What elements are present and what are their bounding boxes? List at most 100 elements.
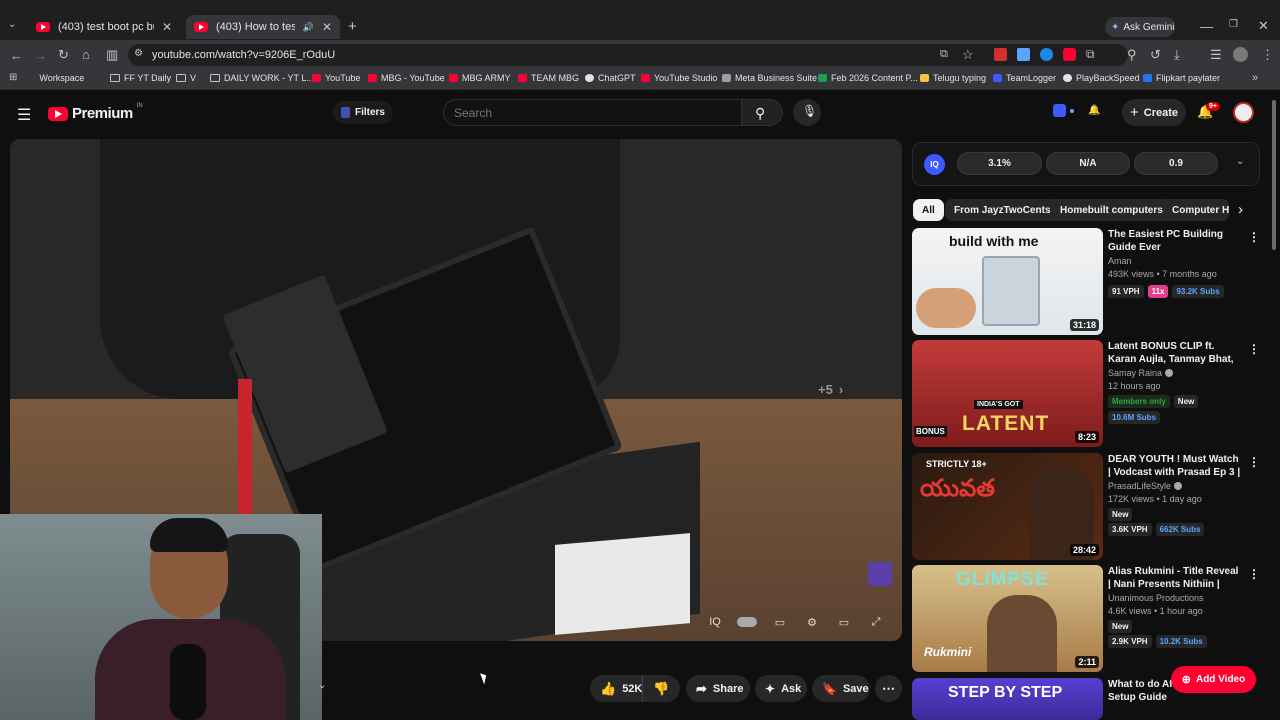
bookmark-telugu-typing[interactable]: Telugu typing bbox=[920, 73, 986, 83]
bookmark-feb-content[interactable]: Feb 2026 Content P... bbox=[818, 73, 918, 83]
chip-from-jayztwocents[interactable]: From JayzTwoCents bbox=[945, 199, 1060, 221]
restore-icon[interactable]: ❐ bbox=[1229, 20, 1238, 30]
settings-gear-icon[interactable]: ⚙ bbox=[802, 614, 822, 630]
bookmark-youtube-studio[interactable]: YouTube Studio bbox=[641, 73, 717, 83]
filters-button[interactable]: Filters bbox=[333, 101, 393, 124]
voice-search-button[interactable]: 🎙 bbox=[793, 99, 821, 126]
captions-icon[interactable]: ▭ bbox=[770, 614, 790, 630]
bookmark-v[interactable]: V bbox=[176, 73, 196, 83]
menu-dots-icon[interactable]: ⋮ bbox=[1261, 48, 1274, 61]
recommendation-item[interactable]: INDIA'S GOT LATENT BONUS 8:23 Latent BON… bbox=[912, 340, 1260, 448]
autoplay-toggle[interactable] bbox=[736, 614, 758, 630]
account-avatar[interactable] bbox=[1233, 102, 1254, 123]
theater-mode-icon[interactable]: ▭ bbox=[834, 614, 854, 630]
new-tab-button[interactable]: + bbox=[348, 19, 357, 34]
bookmark-youtube[interactable]: YouTube bbox=[312, 73, 360, 83]
video-thumbnail[interactable]: GLIMPSE Rukmini 2:11 bbox=[912, 565, 1103, 672]
more-videos-overlay[interactable]: +5 › bbox=[818, 382, 843, 397]
minimize-icon[interactable]: — bbox=[1200, 20, 1213, 33]
more-actions-button[interactable]: ⋯ bbox=[875, 675, 902, 702]
bookmark-chatgpt[interactable]: ChatGPT bbox=[585, 73, 636, 83]
more-vert-icon[interactable]: ⋮ bbox=[1248, 455, 1260, 469]
share-button[interactable]: ➦ Share bbox=[686, 675, 750, 702]
channel-watermark[interactable] bbox=[868, 562, 892, 586]
channel-name[interactable]: PrasadLifeStyle bbox=[1108, 481, 1183, 491]
video-title[interactable]: The Easiest PC Building Guide Ever bbox=[1108, 228, 1242, 254]
bookmark-workspace[interactable]: ⊞ Workspace bbox=[9, 73, 84, 84]
recommendation-item[interactable]: build with me 31:18 The Easiest PC Build… bbox=[912, 228, 1260, 336]
create-button[interactable]: + Create bbox=[1122, 99, 1186, 126]
video-title[interactable]: Latent BONUS CLIP ft. Karan Aujla, Tanma… bbox=[1108, 340, 1242, 366]
video-thumbnail[interactable]: STEP BY STEP bbox=[912, 678, 1103, 720]
page-scrollbar[interactable] bbox=[1272, 100, 1276, 250]
search-input[interactable] bbox=[443, 99, 741, 126]
hamburger-menu-icon[interactable]: ☰ bbox=[17, 105, 31, 125]
recommendation-item[interactable]: STRICTLY 18+ యువత 28:42 DEAR YOUTH ! Mus… bbox=[912, 453, 1260, 561]
add-video-button[interactable]: ⊕ Add Video bbox=[1171, 666, 1256, 693]
more-vert-icon[interactable]: ⋮ bbox=[1248, 342, 1260, 356]
search-button[interactable]: ⚲ bbox=[741, 99, 783, 126]
back-icon[interactable]: ← bbox=[10, 49, 23, 62]
extension-youtube-icon[interactable] bbox=[1063, 48, 1076, 61]
bookmark-flipkart[interactable]: Flipkart paylater bbox=[1143, 73, 1220, 83]
bookmark-mbg-army[interactable]: MBG ARMY bbox=[449, 73, 511, 83]
profile-avatar[interactable] bbox=[1233, 47, 1248, 62]
close-tab-icon[interactable]: ✕ bbox=[322, 20, 332, 34]
more-vert-icon[interactable]: ⋮ bbox=[1248, 567, 1260, 581]
window-close-icon[interactable]: ✕ bbox=[1258, 19, 1269, 32]
bookmark-team-mbg[interactable]: TEAM MBG bbox=[518, 73, 579, 83]
forward-icon[interactable]: → bbox=[34, 49, 47, 62]
bookmark-playbackspeed[interactable]: PlayBackSpeed bbox=[1063, 73, 1140, 83]
expand-chevron-icon[interactable]: ⌄ bbox=[1236, 157, 1244, 167]
tab-test-boot[interactable]: (403) test boot pc build - YouTube ✕ bbox=[28, 15, 180, 39]
collapse-chevron-icon[interactable]: ⌄ bbox=[318, 681, 326, 691]
bookmark-mbg-youtube[interactable]: MBG - YouTube bbox=[368, 73, 445, 83]
home-icon[interactable]: ⌂ bbox=[82, 48, 90, 61]
address-bar[interactable]: ⚙ youtube.com/watch?v=9206E_rOduU bbox=[128, 44, 1128, 66]
like-button[interactable]: 👍 52K bbox=[590, 675, 642, 702]
bookmark-ff-yt-daily[interactable]: FF YT Daily bbox=[110, 73, 171, 83]
ask-gemini-button[interactable]: ✦ Ask Gemini bbox=[1105, 17, 1175, 37]
video-title[interactable]: DEAR YOUTH ! Must Watch | Vodcast with P… bbox=[1108, 453, 1242, 479]
extension-blue-icon[interactable] bbox=[1017, 48, 1030, 61]
tab-search-icon[interactable]: ⌄ bbox=[8, 20, 16, 30]
ask-button[interactable]: ✦ Ask bbox=[755, 675, 807, 702]
close-tab-icon[interactable]: ✕ bbox=[162, 20, 172, 34]
channel-name[interactable]: Samay Raina bbox=[1108, 368, 1174, 378]
extension-audio-icon[interactable] bbox=[1040, 48, 1053, 61]
video-thumbnail[interactable]: STRICTLY 18+ యువత 28:42 bbox=[912, 453, 1103, 560]
bookmark-meta-business[interactable]: Meta Business Suite bbox=[722, 73, 817, 83]
bookmark-teamlogger[interactable]: TeamLogger bbox=[993, 73, 1056, 83]
reload-icon[interactable]: ↻ bbox=[58, 48, 69, 61]
history-icon[interactable]: ↺ bbox=[1150, 48, 1161, 61]
recommendation-item[interactable]: GLIMPSE Rukmini 2:11 Alias Rukmini - Tit… bbox=[912, 565, 1260, 673]
chips-next-chevron-icon[interactable]: › bbox=[1238, 201, 1243, 218]
more-bookmarks-icon[interactable]: » bbox=[1252, 73, 1258, 84]
iq-header-extension[interactable] bbox=[1053, 104, 1074, 117]
chip-computer-h[interactable]: Computer H bbox=[1163, 199, 1229, 221]
channel-name[interactable]: Unanimous Productions bbox=[1108, 593, 1204, 603]
fullscreen-icon[interactable]: ⤢ bbox=[866, 614, 886, 630]
site-info-icon[interactable]: ⚙ bbox=[134, 49, 143, 59]
side-panel-icon[interactable]: ▥ bbox=[106, 48, 118, 61]
video-title[interactable]: Alias Rukmini - Title Reveal | Nani Pres… bbox=[1108, 565, 1242, 591]
bell-small-icon[interactable]: 🔔 bbox=[1088, 106, 1100, 116]
performance-icon[interactable]: ⚲ bbox=[1127, 48, 1137, 61]
chip-all[interactable]: All bbox=[913, 199, 944, 221]
video-thumbnail[interactable]: build with me 31:18 bbox=[912, 228, 1103, 335]
tab-list-icon[interactable]: ☰ bbox=[1210, 48, 1222, 61]
download-icon[interactable]: ⤓ bbox=[1174, 48, 1180, 61]
extension-red-icon[interactable] bbox=[994, 48, 1007, 61]
tab-how-to-test[interactable]: (403) How to test your new 🔊 ✕ bbox=[186, 15, 340, 39]
video-thumbnail[interactable]: INDIA'S GOT LATENT BONUS 8:23 bbox=[912, 340, 1103, 447]
more-vert-icon[interactable]: ⋮ bbox=[1248, 230, 1260, 244]
cast-icon[interactable]: ⧉ bbox=[940, 49, 948, 60]
bookmark-daily-work[interactable]: DAILY WORK - YT L... bbox=[210, 73, 314, 83]
vidiq-logo-icon[interactable]: IQ bbox=[924, 154, 945, 175]
youtube-logo[interactable]: Premium IN bbox=[48, 103, 143, 122]
bookmark-star-icon[interactable]: ☆ bbox=[962, 48, 974, 61]
dislike-button[interactable]: 👎 bbox=[642, 675, 680, 702]
speaker-icon[interactable]: 🔊 bbox=[303, 22, 314, 32]
extensions-puzzle-icon[interactable]: ⧉ bbox=[1086, 48, 1095, 61]
channel-name[interactable]: Aman bbox=[1108, 256, 1132, 266]
